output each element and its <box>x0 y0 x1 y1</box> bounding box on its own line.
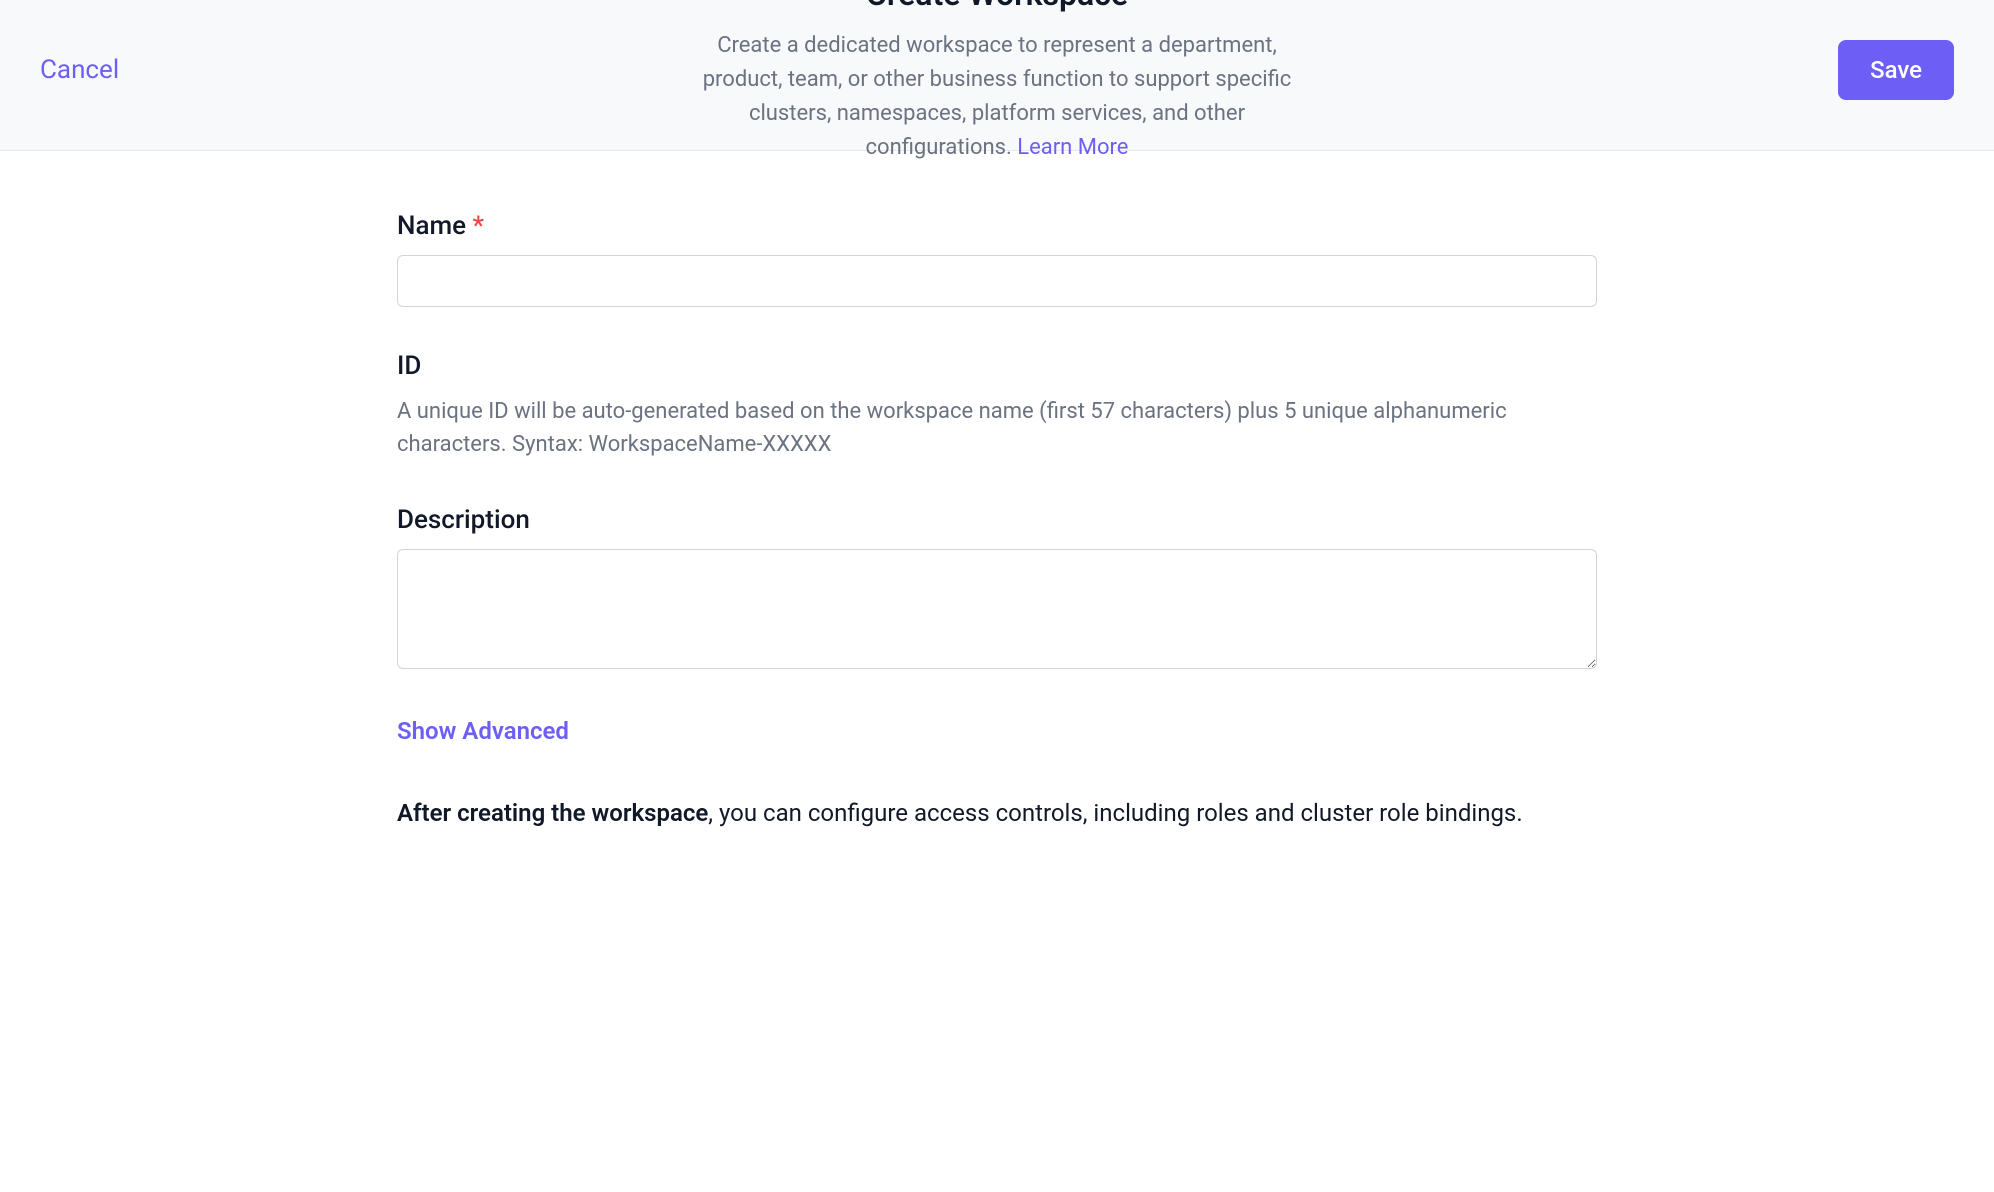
form-container: Name * ID A unique ID will be auto-gener… <box>197 151 1797 871</box>
description-field-group: Description <box>397 505 1597 673</box>
description-text: Create a dedicated workspace to represen… <box>703 33 1292 160</box>
name-input[interactable] <box>397 255 1597 307</box>
page-description: Create a dedicated workspace to represen… <box>677 29 1317 165</box>
description-label: Description <box>397 505 1597 535</box>
save-button[interactable]: Save <box>1838 40 1954 100</box>
footer-note-bold: After creating the workspace <box>397 799 708 827</box>
description-textarea[interactable] <box>397 549 1597 669</box>
cancel-button[interactable]: Cancel <box>40 55 119 85</box>
page-header: Cancel Create Workspace Create a dedicat… <box>0 0 1994 151</box>
id-label: ID <box>397 351 1597 381</box>
name-field-group: Name * <box>397 211 1597 307</box>
footer-note-text: , you can configure access controls, inc… <box>708 799 1522 827</box>
id-helper-text: A unique ID will be auto-generated based… <box>397 395 1597 461</box>
footer-note: After creating the workspace, you can co… <box>397 795 1597 831</box>
name-label: Name * <box>397 211 1597 241</box>
name-label-text: Name <box>397 211 473 241</box>
required-asterisk: * <box>473 211 485 241</box>
header-center: Create Workspace Create a dedicated work… <box>677 0 1317 165</box>
show-advanced-button[interactable]: Show Advanced <box>397 717 569 745</box>
page-title: Create Workspace <box>677 0 1317 13</box>
id-field-group: ID A unique ID will be auto-generated ba… <box>397 351 1597 461</box>
learn-more-link[interactable]: Learn More <box>1017 135 1128 160</box>
